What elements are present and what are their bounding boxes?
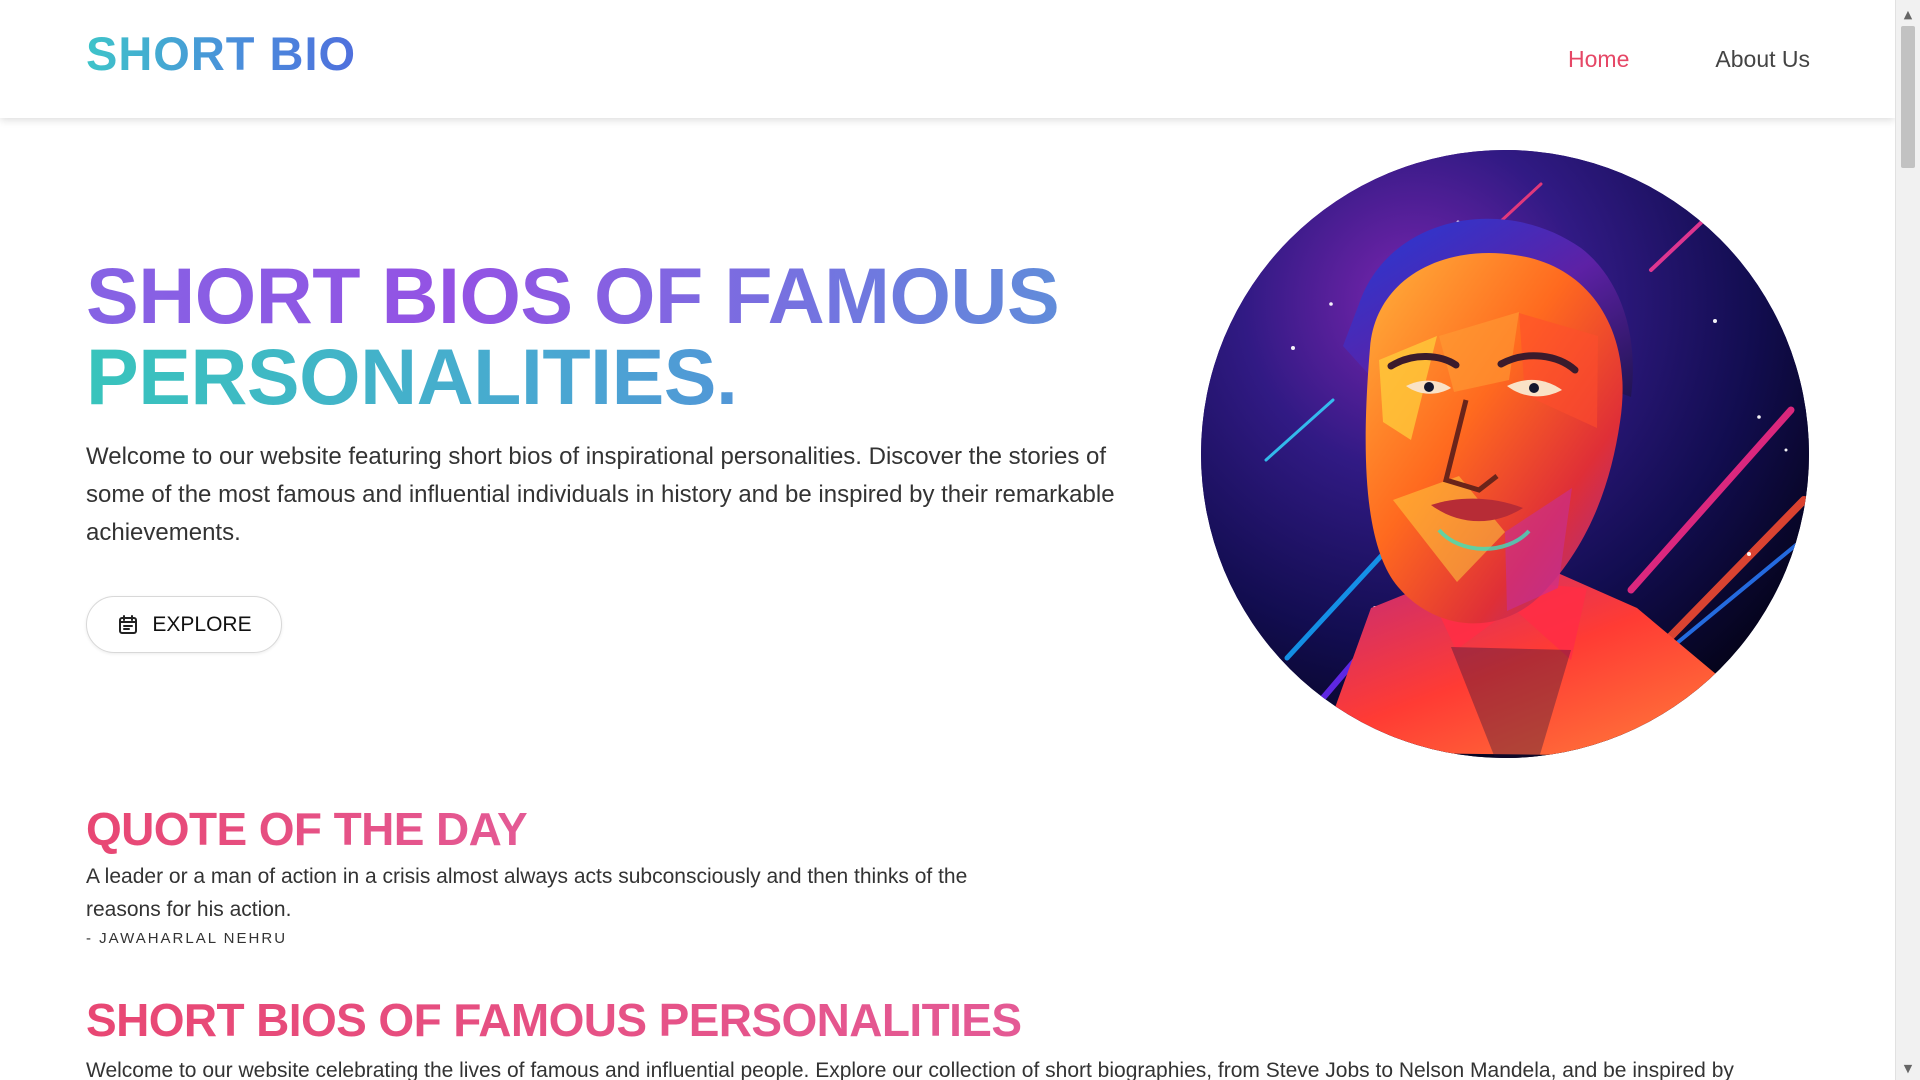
- scroll-up-icon[interactable]: ▲: [1896, 4, 1920, 24]
- scrollbar-thumb[interactable]: [1901, 26, 1915, 168]
- portrait-icon: [1201, 150, 1809, 758]
- hero-title-line-one: SHORT BIOS OF FAMOUS: [86, 255, 1136, 336]
- page: SHORT BIO Home About Us SHORT BIOS OF FA…: [0, 0, 1895, 1080]
- site-header: SHORT BIO Home About Us: [0, 0, 1895, 118]
- quote-text: A leader or a man of action in a crisis …: [86, 865, 968, 921]
- quote-author: - JAWAHARLAL NEHRU: [86, 930, 288, 947]
- hero-title-line-two: PERSONALITIES.: [86, 336, 1136, 417]
- short-bios-section-title: SHORT BIOS OF FAMOUS PERSONALITIES: [86, 994, 1022, 1046]
- nav-about-us-link[interactable]: About Us: [1715, 46, 1810, 73]
- nav-home-link[interactable]: Home: [1568, 46, 1629, 73]
- quote-of-the-day-title: QUOTE OF THE DAY: [86, 803, 528, 855]
- hero-description: Welcome to our website featuring short b…: [86, 443, 1115, 546]
- scroll-down-icon[interactable]: ▼: [1896, 1058, 1920, 1078]
- explore-button-label: EXPLORE: [152, 612, 252, 636]
- explore-button[interactable]: EXPLORE: [86, 596, 282, 653]
- site-logo[interactable]: SHORT BIO: [86, 30, 356, 77]
- hero-title: SHORT BIOS OF FAMOUS PERSONALITIES.: [86, 255, 1136, 417]
- calendar-icon: [116, 613, 140, 637]
- main-navigation: Home About Us: [1568, 46, 1810, 73]
- vertical-scrollbar[interactable]: ▲ ▼: [1895, 0, 1920, 1080]
- short-bios-intro: Welcome to our website celebrating the l…: [86, 1059, 1734, 1080]
